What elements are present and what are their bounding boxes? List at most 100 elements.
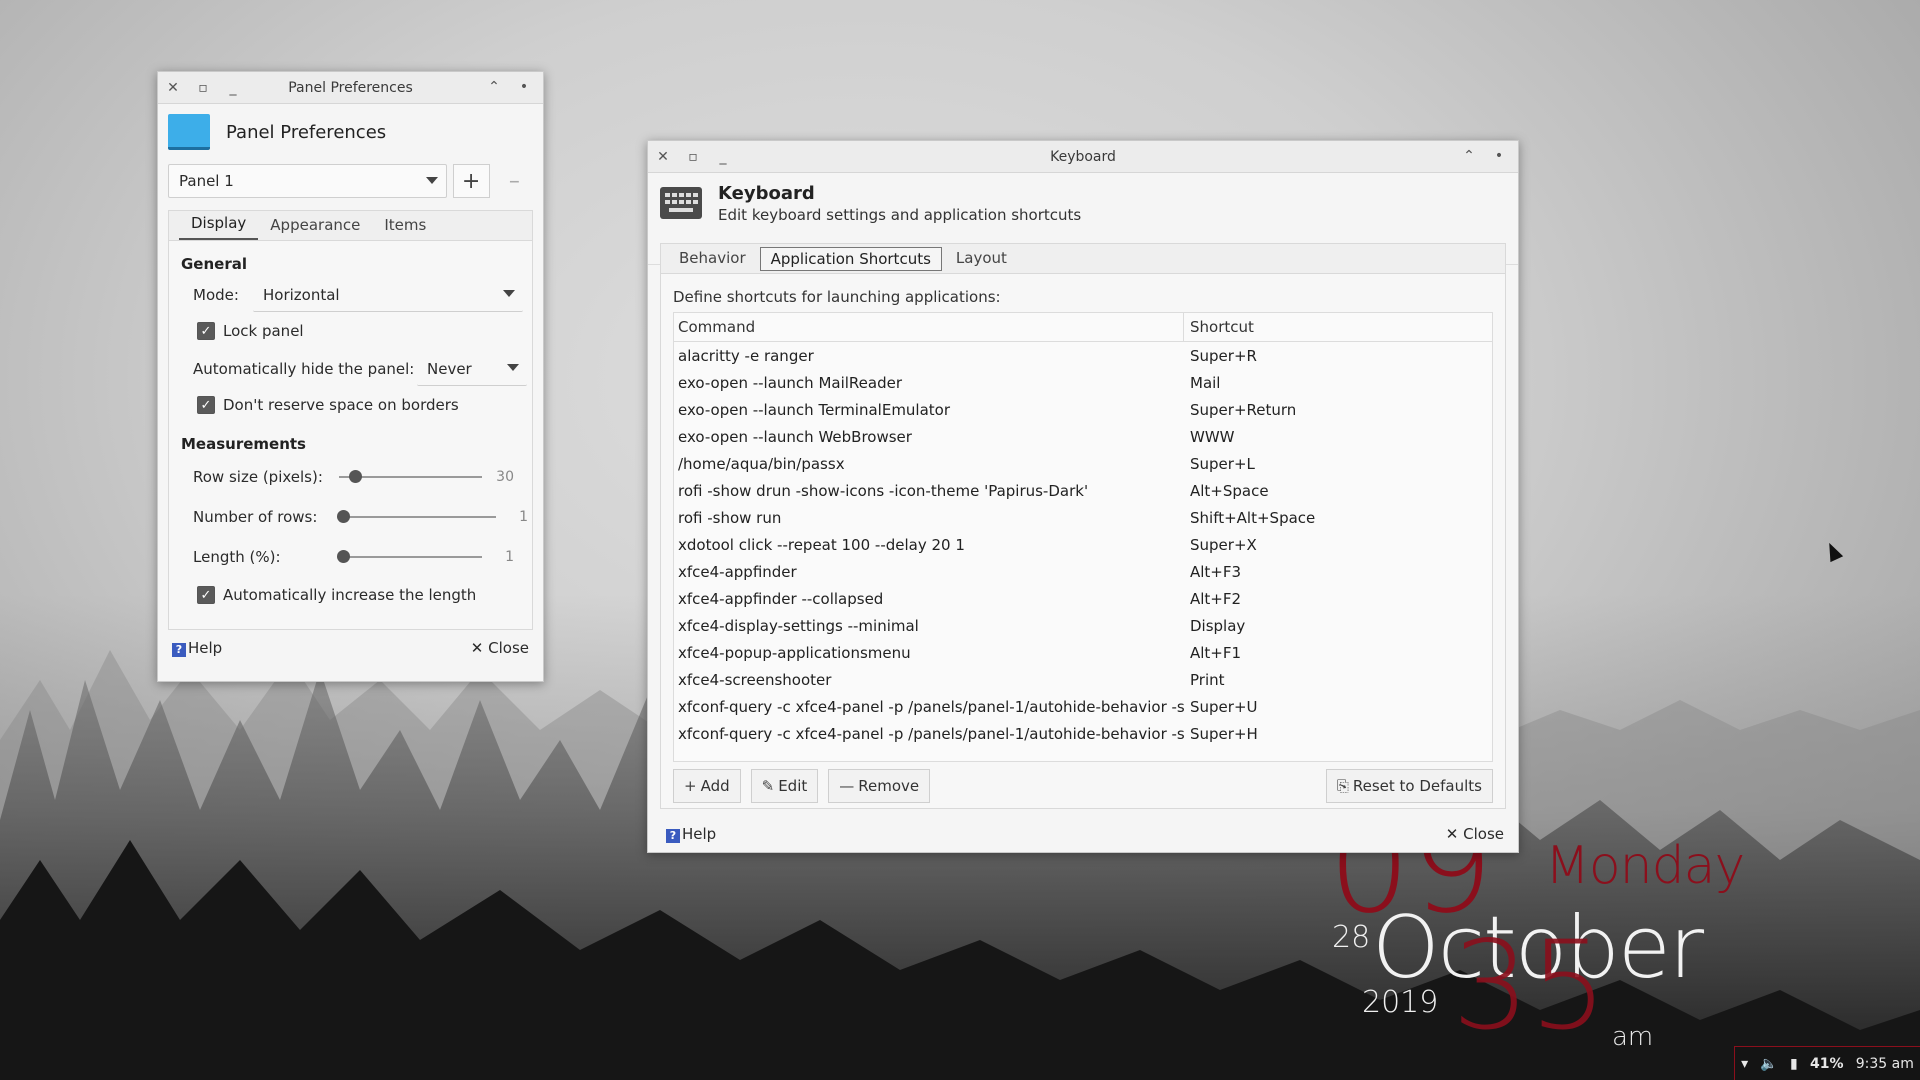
table-row[interactable]: rofi -show run Shift+Alt+Space	[674, 504, 1492, 531]
general-heading: General	[181, 255, 247, 273]
window-menu-icon[interactable]: •	[509, 72, 539, 102]
tab-layout[interactable]: Layout	[946, 247, 1017, 271]
measurements-heading: Measurements	[181, 435, 306, 453]
reserve-space-row[interactable]: ✓ Don't reserve space on borders	[169, 387, 532, 423]
length-label: Length (%):	[193, 548, 281, 566]
shade-icon[interactable]: ⌃	[1454, 141, 1484, 171]
table-row[interactable]: exo-open --launch MailReader Mail	[674, 369, 1492, 396]
remove-button[interactable]: — Remove	[828, 769, 931, 803]
keyboard-titlebar[interactable]: ✕ ▫ _ Keyboard ⌃ •	[648, 141, 1518, 173]
command-cell: xfce4-screenshooter	[678, 670, 832, 689]
help-button[interactable]: ? Help	[666, 825, 716, 843]
lock-panel-checkbox[interactable]: ✓	[197, 322, 215, 340]
command-cell: exo-open --launch TerminalEmulator	[678, 400, 951, 419]
chevron-down-icon	[425, 177, 438, 184]
table-row[interactable]: xfconf-query -c xfce4-panel -p /panels/p…	[674, 693, 1492, 720]
edit-button[interactable]: ✎ Edit	[750, 769, 819, 803]
mode-select[interactable]: Horizontal	[253, 278, 523, 312]
table-row[interactable]: /home/aqua/bin/passx Super+L	[674, 450, 1492, 477]
remove-panel-button[interactable]: –	[496, 164, 533, 198]
tab-application-shortcuts[interactable]: Application Shortcuts	[759, 246, 942, 271]
command-cell: xfce4-appfinder --collapsed	[678, 589, 884, 608]
slider-knob[interactable]	[349, 470, 362, 483]
close-button[interactable]: ✕ Close	[1446, 825, 1504, 843]
dialog-title: Panel Preferences	[226, 121, 387, 143]
help-label: Help	[682, 825, 717, 843]
panel-select[interactable]: Panel 1	[168, 164, 447, 198]
pencil-icon: ✎	[761, 777, 775, 795]
command-cell: xdotool click --repeat 100 --delay 20 1	[678, 535, 965, 554]
battery-percent[interactable]: 41%	[1810, 1056, 1844, 1072]
tray-clock[interactable]: 9:35 am	[1856, 1056, 1914, 1072]
add-button[interactable]: + Add	[673, 769, 741, 803]
shortcut-cell: Super+U	[1190, 697, 1258, 716]
shortcut-cell: Alt+F2	[1190, 589, 1242, 608]
maximize-icon[interactable]: ▫	[188, 73, 218, 103]
reserve-space-checkbox[interactable]: ✓	[197, 396, 215, 414]
table-row[interactable]: xfce4-screenshooter Print	[674, 666, 1492, 693]
volume-icon[interactable]: 🔈	[1760, 1056, 1777, 1072]
command-column-header[interactable]: Command	[674, 313, 1184, 341]
autohide-select[interactable]: Never	[417, 352, 527, 386]
row-size-slider[interactable]	[339, 470, 482, 483]
panel-prefs-titlebar[interactable]: ✕ ▫ _ Panel Preferences ⌃ •	[158, 72, 543, 104]
table-row[interactable]: xfconf-query -c xfce4-panel -p /panels/p…	[674, 720, 1492, 747]
table-header: Command Shortcut	[674, 313, 1492, 342]
close-icon[interactable]: ✕	[158, 73, 188, 103]
mode-value: Horizontal	[263, 285, 340, 304]
help-icon: ?	[666, 829, 680, 843]
table-row[interactable]: xfce4-display-settings --minimal Display	[674, 612, 1492, 639]
table-row[interactable]: exo-open --launch TerminalEmulator Super+…	[674, 396, 1492, 423]
panel-selector-row: Panel 1 + –	[158, 164, 543, 198]
row-size-value: 30	[496, 469, 514, 485]
battery-icon[interactable]: ▮	[1790, 1056, 1798, 1072]
shade-icon[interactable]: ⌃	[479, 72, 509, 102]
rows-slider[interactable]	[337, 510, 496, 523]
rows-row: Number of rows: 1	[169, 497, 532, 537]
command-cell: rofi -show drun -show-icons -icon-theme …	[678, 481, 1089, 500]
command-cell: alacritty -e ranger	[678, 346, 814, 365]
close-button[interactable]: ✕ Close	[471, 639, 529, 657]
tab-behavior[interactable]: Behavior	[669, 247, 756, 271]
chevron-down-icon	[507, 364, 519, 371]
keyboard-window: ✕ ▫ _ Keyboard ⌃ • Keyboard Edit keyboar…	[647, 140, 1519, 853]
shortcut-cell: WWW	[1190, 427, 1235, 446]
close-icon[interactable]: ✕	[648, 142, 678, 172]
table-row[interactable]: xfce4-popup-applicationsmenu Alt+F1	[674, 639, 1492, 666]
minus-icon: –	[508, 168, 520, 194]
tab-appearance[interactable]: Appearance	[258, 216, 372, 240]
shortcut-column-header[interactable]: Shortcut	[1184, 318, 1254, 336]
add-panel-button[interactable]: +	[452, 164, 490, 198]
help-button[interactable]: ? Help	[172, 639, 222, 657]
lock-panel-label: Lock panel	[223, 322, 304, 340]
close-label: Close	[1463, 825, 1504, 843]
tab-items[interactable]: Items	[372, 216, 438, 240]
auto-length-checkbox[interactable]: ✓	[197, 586, 215, 604]
shortcut-cell: Alt+Space	[1190, 481, 1269, 500]
table-row[interactable]: alacritty -e ranger Super+R	[674, 342, 1492, 369]
wifi-icon[interactable]: ▾	[1741, 1056, 1748, 1072]
lock-panel-row[interactable]: ✓ Lock panel	[169, 313, 532, 349]
command-cell: xfconf-query -c xfce4-panel -p /panels/p…	[678, 697, 1184, 716]
window-menu-icon[interactable]: •	[1484, 141, 1514, 171]
table-row[interactable]: rofi -show drun -show-icons -icon-theme …	[674, 477, 1492, 504]
auto-length-row[interactable]: ✓ Automatically increase the length	[169, 577, 532, 613]
minimize-icon[interactable]: _	[218, 73, 248, 103]
tab-display[interactable]: Display	[179, 214, 259, 240]
slider-knob[interactable]	[337, 550, 350, 563]
table-row[interactable]: exo-open --launch WebBrowser WWW	[674, 423, 1492, 450]
table-row[interactable]: xdotool click --repeat 100 --delay 20 1 S…	[674, 531, 1492, 558]
command-cell: /home/aqua/bin/passx	[678, 454, 845, 473]
maximize-icon[interactable]: ▫	[678, 142, 708, 172]
length-slider[interactable]	[337, 550, 482, 563]
shortcut-cell: Alt+F1	[1190, 643, 1242, 662]
reset-to-defaults-button[interactable]: ⎘ Reset to Defaults	[1325, 769, 1493, 803]
dialog-title: Keyboard	[718, 183, 815, 204]
table-body: alacritty -e ranger Super+R exo-open --lau…	[674, 342, 1492, 747]
table-row[interactable]: xfce4-appfinder Alt+F3	[674, 558, 1492, 585]
table-row[interactable]: xfce4-appfinder --collapsed Alt+F2	[674, 585, 1492, 612]
reserve-space-label: Don't reserve space on borders	[223, 396, 459, 414]
rows-label: Number of rows:	[193, 508, 318, 526]
minimize-icon[interactable]: _	[708, 142, 738, 172]
slider-knob[interactable]	[337, 510, 350, 523]
